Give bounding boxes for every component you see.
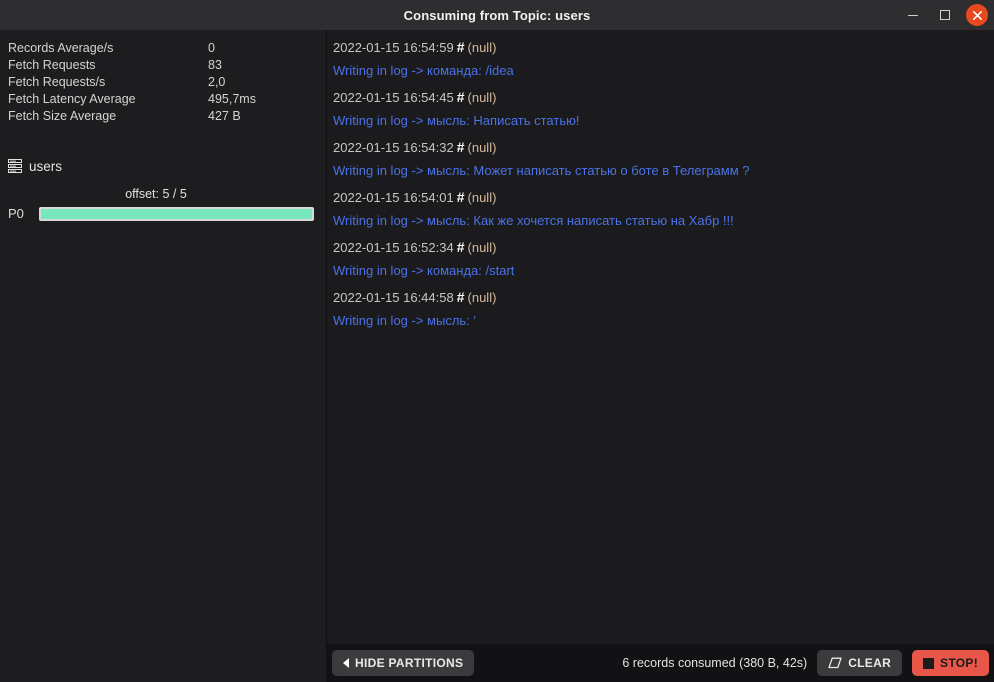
chevron-left-icon	[343, 658, 349, 668]
record-timestamp: 2022-01-15 16:54:45	[333, 90, 454, 105]
records-consumed-status: 6 records consumed (380 B, 42s)	[622, 656, 808, 670]
stat-value: 427 B	[208, 109, 241, 123]
footer-toolbar: HIDE PARTITIONS 6 records consumed (380 …	[327, 644, 994, 682]
record-header: 2022-01-15 16:44:58 # (null)	[333, 288, 984, 307]
record-entry[interactable]: 2022-01-15 16:54:45 # (null) Writing in log…	[333, 88, 984, 130]
record-message: Writing in log -> мысль: Написать статью…	[333, 113, 580, 128]
stat-label: Fetch Requests/s	[8, 75, 106, 89]
stat-value: 2,0	[208, 75, 226, 89]
record-key: (null)	[467, 240, 497, 255]
offset-label: offset: 5 / 5	[125, 187, 187, 201]
record-entry[interactable]: 2022-01-15 16:44:58 # (null) Writing in log…	[333, 288, 984, 330]
partition-list: offset: 5 / 5 P0	[0, 187, 326, 221]
clear-button[interactable]: CLEAR	[817, 650, 903, 676]
record-timestamp: 2022-01-15 16:52:34	[333, 240, 454, 255]
record-message: Writing in log -> мысль: '	[333, 313, 476, 328]
record-timestamp: 2022-01-15 16:54:32	[333, 140, 454, 155]
record-timestamp: 2022-01-15 16:54:01	[333, 190, 454, 205]
stat-label: Fetch Size Average	[8, 109, 117, 123]
record-entry[interactable]: 2022-01-15 16:54:59 # (null) Writing in log…	[333, 38, 984, 80]
record-message: Writing in log -> команда: /idea	[333, 63, 514, 78]
records-list[interactable]: 2022-01-15 16:54:59 # (null) Writing in log…	[327, 30, 994, 644]
stop-label: STOP!	[940, 656, 978, 670]
stat-row: Fetch Latency Average 495,7ms	[8, 91, 318, 108]
record-entry[interactable]: 2022-01-15 16:54:32 # (null) Writing in log…	[333, 138, 984, 180]
record-header: 2022-01-15 16:52:34 # (null)	[333, 238, 984, 257]
consumer-window: Consuming from Topic: users Records Aver…	[0, 0, 994, 682]
record-key: (null)	[467, 290, 497, 305]
close-button[interactable]	[966, 4, 988, 26]
record-key: (null)	[467, 140, 497, 155]
record-separator-icon: #	[456, 189, 465, 205]
stat-value: 0	[208, 41, 215, 55]
title-bar: Consuming from Topic: users	[0, 0, 994, 30]
stat-row: Fetch Size Average 427 B	[8, 108, 318, 125]
record-entry[interactable]: 2022-01-15 16:54:01 # (null) Writing in log…	[333, 188, 984, 230]
maximize-icon	[940, 10, 950, 20]
record-separator-icon: #	[456, 89, 465, 105]
stat-label: Fetch Latency Average	[8, 92, 136, 106]
stat-row: Fetch Requests 83	[8, 57, 318, 74]
stop-button[interactable]: STOP!	[912, 650, 989, 676]
record-message: Writing in log -> мысль: Как же хочется …	[333, 213, 734, 228]
partition-progress-fill	[41, 208, 312, 219]
consumer-stats: Records Average/s 0 Fetch Requests 83 Fe…	[0, 40, 326, 125]
record-key: (null)	[467, 190, 497, 205]
record-separator-icon: #	[456, 139, 465, 155]
minimize-button[interactable]	[902, 4, 924, 26]
record-key: (null)	[467, 90, 497, 105]
partition-progress-bar	[39, 206, 314, 221]
stat-value: 83	[208, 58, 222, 72]
window-body: Records Average/s 0 Fetch Requests 83 Fe…	[0, 30, 994, 682]
topic-name: users	[29, 158, 63, 174]
record-timestamp: 2022-01-15 16:44:58	[333, 290, 454, 305]
record-header: 2022-01-15 16:54:59 # (null)	[333, 38, 984, 57]
stat-label: Fetch Requests	[8, 58, 96, 72]
server-stack-icon	[8, 159, 22, 173]
minimize-icon	[908, 14, 918, 16]
record-message: Writing in log -> мысль: Может написать …	[333, 163, 750, 178]
stat-label: Records Average/s	[8, 41, 114, 55]
record-header: 2022-01-15 16:54:32 # (null)	[333, 138, 984, 157]
stat-row: Fetch Requests/s 2,0	[8, 74, 318, 91]
hide-partitions-button[interactable]: HIDE PARTITIONS	[332, 650, 475, 676]
clear-label: CLEAR	[848, 656, 892, 670]
hide-partitions-label: HIDE PARTITIONS	[355, 656, 464, 670]
records-panel: 2022-01-15 16:54:59 # (null) Writing in log…	[327, 30, 994, 682]
record-key: (null)	[467, 40, 497, 55]
window-controls	[902, 0, 988, 30]
record-header: 2022-01-15 16:54:45 # (null)	[333, 88, 984, 107]
close-icon	[972, 10, 982, 20]
partitions-sidebar: Records Average/s 0 Fetch Requests 83 Fe…	[0, 30, 327, 682]
stat-row: Records Average/s 0	[8, 40, 318, 57]
record-entry[interactable]: 2022-01-15 16:52:34 # (null) Writing in log…	[333, 238, 984, 280]
record-separator-icon: #	[456, 39, 465, 55]
window-title: Consuming from Topic: users	[403, 7, 591, 23]
stat-value: 495,7ms	[208, 92, 256, 106]
partition-name: P0	[8, 206, 24, 221]
record-message: Writing in log -> команда: /start	[333, 263, 515, 278]
record-separator-icon: #	[456, 239, 465, 255]
record-timestamp: 2022-01-15 16:54:59	[333, 40, 454, 55]
topic-header: users	[0, 156, 326, 176]
record-header: 2022-01-15 16:54:01 # (null)	[333, 188, 984, 207]
stop-square-icon	[923, 657, 935, 669]
record-separator-icon: #	[456, 289, 465, 305]
eraser-icon	[828, 657, 842, 669]
partition-row[interactable]: P0	[8, 206, 314, 221]
maximize-button[interactable]	[934, 4, 956, 26]
